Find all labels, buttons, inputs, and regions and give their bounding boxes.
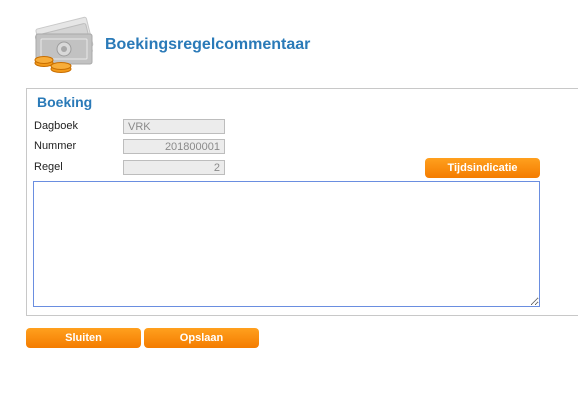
page: Boekingsregelcommentaar Boeking Dagboek …: [0, 0, 578, 394]
nummer-label: Nummer: [34, 140, 77, 152]
tijdsindicatie-button[interactable]: Tijdsindicatie: [425, 158, 540, 178]
regel-field[interactable]: [123, 160, 225, 175]
money-icon: [34, 16, 94, 73]
panel-title: Boeking: [37, 94, 93, 110]
nummer-field[interactable]: [123, 139, 225, 154]
page-title: Boekingsregelcommentaar: [105, 36, 311, 53]
save-button[interactable]: Opslaan: [144, 328, 259, 348]
close-button[interactable]: Sluiten: [26, 328, 141, 348]
booking-panel: Boeking Dagboek Nummer Regel Tijdsindica…: [26, 88, 578, 316]
comment-textarea[interactable]: [33, 181, 540, 307]
regel-label: Regel: [34, 161, 63, 173]
dagboek-label: Dagboek: [34, 120, 79, 132]
dagboek-field[interactable]: [123, 119, 225, 134]
